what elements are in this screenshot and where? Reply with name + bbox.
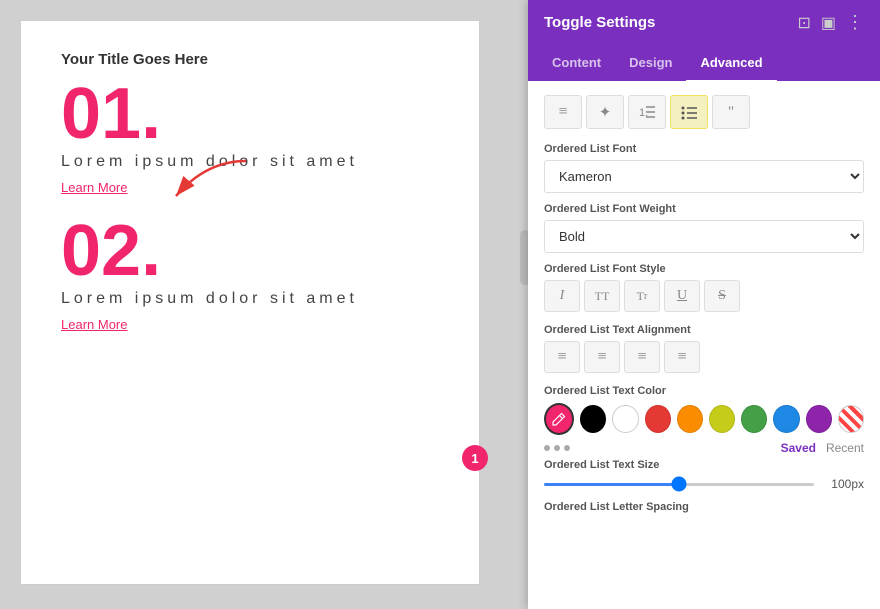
toggle-number-2: 02. [61, 215, 439, 287]
toggle-item-2: 02. Lorem ipsum dolor sit amet Learn Mor… [61, 215, 439, 332]
tab-advanced[interactable]: Advanced [686, 45, 776, 82]
color-picker-btn[interactable] [544, 403, 574, 435]
toggle-body-1: Lorem ipsum dolor sit amet [61, 150, 439, 174]
swatch-yellow[interactable] [709, 405, 735, 433]
dot-3[interactable] [564, 445, 570, 451]
learn-more-1[interactable]: Learn More [61, 180, 439, 195]
align-center-btn[interactable]: ≡ [544, 95, 582, 129]
strikethrough-btn[interactable]: S [704, 280, 740, 312]
pencil-icon [552, 412, 566, 426]
swatch-orange[interactable] [677, 405, 703, 433]
letter-spacing-label: Ordered List Letter Spacing [544, 501, 864, 513]
font-label: Ordered List Font [544, 143, 864, 155]
panel-tabs: Content Design Advanced [528, 45, 880, 81]
swatch-red[interactable] [645, 405, 671, 433]
saved-label[interactable]: Saved [781, 441, 816, 455]
font-select[interactable]: Kameron Arial Georgia [544, 160, 864, 193]
dot-1[interactable] [544, 445, 550, 451]
quote-btn[interactable]: " [712, 95, 750, 129]
align-justify-btn[interactable]: ≡ [664, 341, 700, 373]
toggle-number-1: 01. [61, 78, 439, 150]
font-weight-section: Ordered List Font Weight Bold Normal Lig… [544, 203, 864, 253]
dot-2[interactable] [554, 445, 560, 451]
text-size-value: 100px [824, 477, 864, 491]
text-color-label: Ordered List Text Color [544, 385, 864, 397]
swatch-purple[interactable] [806, 405, 832, 433]
font-weight-select[interactable]: Bold Normal Light [544, 220, 864, 253]
text-align-section: Ordered List Text Alignment ≡ ≡ ≡ ≡ [544, 324, 864, 373]
tab-content[interactable]: Content [538, 45, 615, 82]
preview-title: Your Title Goes Here [61, 51, 439, 68]
font-section: Ordered List Font Kameron Arial Georgia [544, 143, 864, 193]
unordered-list-btn[interactable] [670, 95, 708, 129]
layout-icon[interactable]: ▣ [821, 13, 836, 33]
swatch-blue[interactable] [773, 405, 799, 433]
tt-small-btn[interactable]: Tr [624, 280, 660, 312]
swatch-custom[interactable] [838, 405, 864, 433]
italic-btn[interactable]: I [544, 280, 580, 312]
swatch-white[interactable] [612, 405, 638, 433]
letter-spacing-section: Ordered List Letter Spacing [544, 501, 864, 513]
magic-btn[interactable]: ✦ [586, 95, 624, 129]
font-weight-label: Ordered List Font Weight [544, 203, 864, 215]
text-size-slider[interactable] [544, 483, 814, 486]
toggle-body-2: Lorem ipsum dolor sit amet [61, 287, 439, 311]
text-color-section: Ordered List Text Color [544, 385, 864, 455]
panel-title: Toggle Settings [544, 14, 655, 31]
panel-body: ≡ ✦ 1. " Ordered List Font Kameron Arial… [528, 81, 880, 609]
recent-label[interactable]: Recent [826, 441, 864, 455]
ordered-list-btn[interactable]: 1. [628, 95, 666, 129]
text-align-label: Ordered List Text Alignment [544, 324, 864, 336]
toggle-item-1: 01. Lorem ipsum dolor sit amet Learn Mor… [61, 78, 439, 195]
align-center-text-btn[interactable]: ≡ [584, 341, 620, 373]
swatch-black[interactable] [580, 405, 606, 433]
more-icon[interactable]: ⋮ [846, 12, 864, 33]
font-style-section: Ordered List Font Style I TT Tr U S [544, 263, 864, 312]
responsive-icon[interactable]: ⊡ [797, 13, 810, 33]
align-right-btn[interactable]: ≡ [624, 341, 660, 373]
swatch-green[interactable] [741, 405, 767, 433]
icon-row: ≡ ✦ 1. " [544, 95, 864, 129]
badge-1: 1 [462, 445, 488, 471]
panel-header: Toggle Settings ⊡ ▣ ⋮ [528, 0, 880, 45]
align-left-btn[interactable]: ≡ [544, 341, 580, 373]
learn-more-2[interactable]: Learn More [61, 317, 439, 332]
tab-design[interactable]: Design [615, 45, 686, 82]
underline-btn[interactable]: U [664, 280, 700, 312]
text-size-label: Ordered List Text Size [544, 459, 864, 471]
text-size-section: Ordered List Text Size 100px [544, 459, 864, 491]
tt-btn[interactable]: TT [584, 280, 620, 312]
settings-panel: Toggle Settings ⊡ ▣ ⋮ Content Design Adv… [528, 0, 880, 609]
font-style-label: Ordered List Font Style [544, 263, 864, 275]
